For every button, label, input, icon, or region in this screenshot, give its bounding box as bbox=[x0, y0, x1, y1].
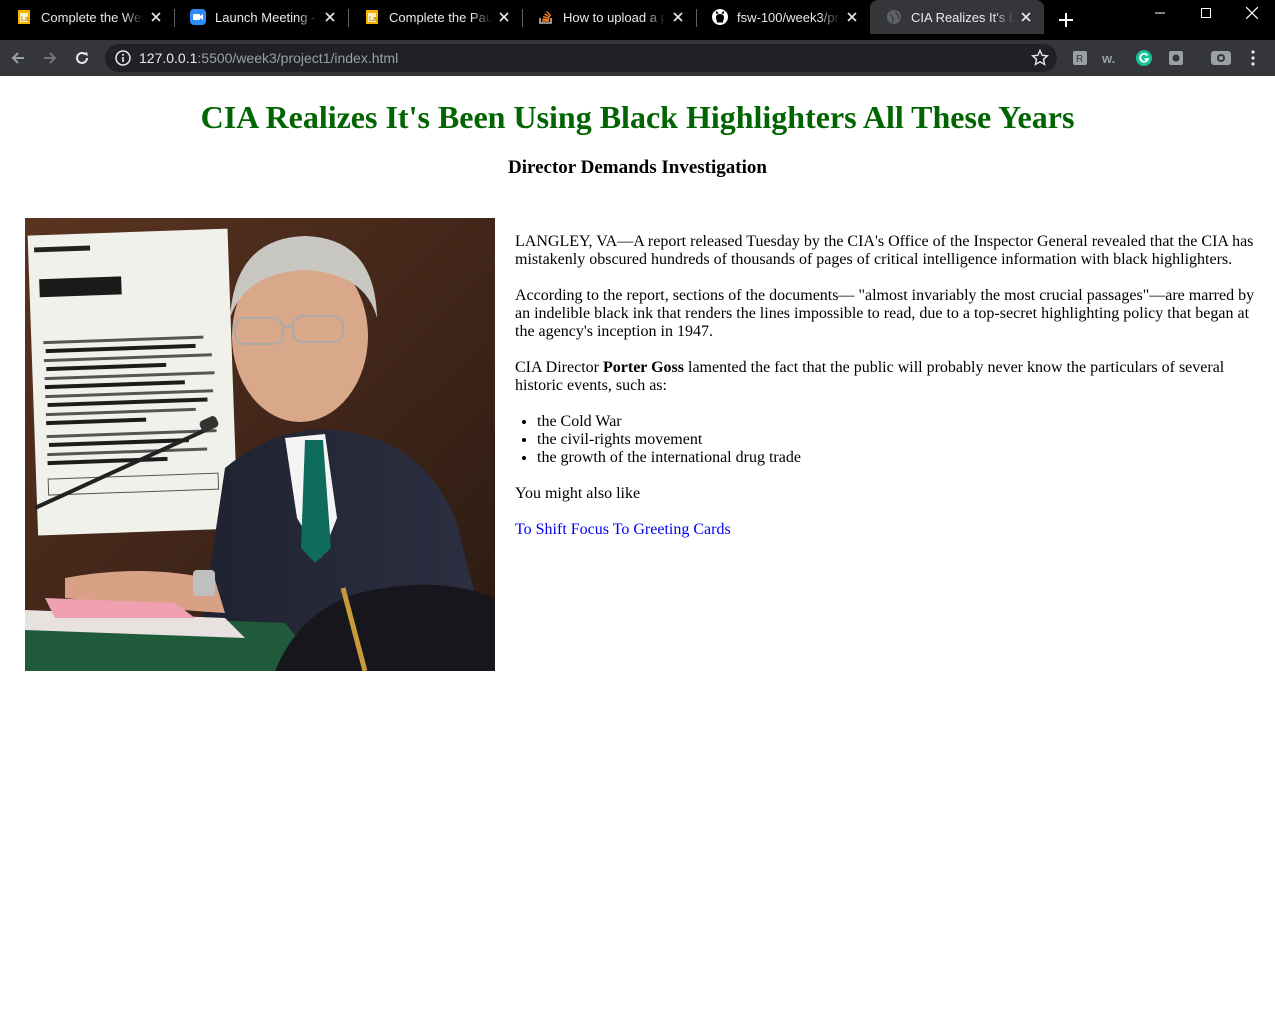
tab-title: Complete the Week 3 bbox=[41, 9, 144, 25]
browser-tab[interactable]: How to upload a pro bbox=[522, 0, 696, 34]
close-icon[interactable] bbox=[148, 9, 164, 25]
stackoverflow-icon bbox=[538, 9, 554, 25]
back-arrow-icon bbox=[11, 52, 24, 64]
article-paragraph: CIA Director Porter Goss lamented the fa… bbox=[515, 359, 1260, 395]
maximize-button[interactable] bbox=[1183, 0, 1229, 26]
close-window-button[interactable] bbox=[1229, 0, 1275, 26]
back-button[interactable] bbox=[2, 42, 34, 74]
svg-text:La: La bbox=[369, 16, 377, 23]
reload-icon bbox=[76, 51, 88, 64]
list-item: the civil-rights movement bbox=[537, 431, 1260, 449]
director-name: Porter Goss bbox=[602, 359, 684, 376]
new-tab-button[interactable] bbox=[1052, 6, 1080, 34]
menu-kebab-icon[interactable] bbox=[1243, 48, 1263, 68]
window-controls bbox=[1137, 0, 1275, 26]
zoom-icon bbox=[190, 9, 206, 25]
svg-text:R: R bbox=[1076, 54, 1083, 65]
extension-icon[interactable]: R bbox=[1070, 48, 1090, 68]
list-item: the growth of the international drug tra… bbox=[537, 449, 1260, 467]
related-article-link[interactable]: To Shift Focus To Greeting Cards bbox=[515, 521, 731, 538]
close-icon[interactable] bbox=[322, 9, 338, 25]
tab-title: How to upload a pro bbox=[563, 9, 666, 25]
plus-icon bbox=[1059, 13, 1073, 27]
globe-icon bbox=[886, 9, 902, 25]
article-paragraph: LANGLEY, VA—A report released Tuesday by… bbox=[515, 233, 1254, 268]
browser-tab[interactable]: fsw-100/week3/proje bbox=[696, 0, 870, 34]
url-host: 127.0.0.1 bbox=[139, 50, 198, 66]
browser-tab[interactable]: Launch Meeting - Zoom bbox=[174, 0, 348, 34]
info-icon[interactable] bbox=[107, 50, 139, 66]
svg-text:La: La bbox=[21, 16, 29, 23]
tab-title: Complete the Pause bbox=[389, 9, 492, 25]
close-icon bbox=[1246, 7, 1258, 19]
article-subheadline: Director Demands Investigation bbox=[508, 157, 767, 178]
url-path: :5500/week3/project1/index.html bbox=[197, 50, 399, 66]
list-item: the Cold War bbox=[537, 413, 1260, 431]
grammarly-icon[interactable] bbox=[1134, 48, 1154, 68]
browser-tab[interactable]: La Complete the Pause bbox=[348, 0, 522, 34]
browser-tab-active[interactable]: CIA Realizes It's Been bbox=[870, 0, 1044, 34]
wordtune-extension-icon[interactable]: w. bbox=[1101, 48, 1121, 68]
close-icon[interactable] bbox=[1018, 9, 1034, 25]
forward-button[interactable] bbox=[34, 42, 66, 74]
maximize-icon bbox=[1201, 8, 1211, 18]
article-body: LANGLEY, VA—A report released Tuesday by… bbox=[515, 233, 1260, 557]
svg-text:w.: w. bbox=[1102, 51, 1115, 65]
tab-title: Launch Meeting - Zoom bbox=[215, 9, 318, 25]
forward-arrow-icon bbox=[44, 52, 57, 64]
article-photo bbox=[25, 218, 495, 671]
lambda-doc-icon: La bbox=[364, 9, 380, 25]
paragraph-text: CIA Director bbox=[515, 359, 603, 376]
close-icon[interactable] bbox=[496, 9, 512, 25]
bookmark-star-icon[interactable] bbox=[1030, 48, 1050, 70]
tab-title: CIA Realizes It's Been bbox=[911, 9, 1014, 25]
github-icon bbox=[712, 9, 728, 25]
also-like-label: You might also like bbox=[515, 485, 641, 502]
article-headline: CIA Realizes It's Been Using Black Highl… bbox=[200, 99, 1075, 135]
tab-strip: La Complete the Week 3 Launch Meeting - … bbox=[0, 0, 1275, 40]
article-paragraph: According to the report, sections of the… bbox=[515, 287, 1255, 340]
minimize-icon bbox=[1155, 12, 1165, 14]
lambda-doc-icon: La bbox=[16, 9, 32, 25]
address-bar[interactable]: 127.0.0.1:5500/week3/project1/index.html bbox=[105, 44, 1057, 72]
browser-tab[interactable]: La Complete the Week 3 bbox=[0, 0, 174, 34]
profile-avatar[interactable] bbox=[1210, 48, 1232, 68]
tab-title: fsw-100/week3/proje bbox=[737, 9, 840, 25]
browser-toolbar: 127.0.0.1:5500/week3/project1/index.html… bbox=[0, 40, 1275, 76]
reload-button[interactable] bbox=[66, 42, 98, 74]
historic-events-list: the Cold War the civil-rights movement t… bbox=[537, 413, 1260, 467]
web-page: CIA Realizes It's Been Using Black Highl… bbox=[0, 76, 1275, 1025]
close-icon[interactable] bbox=[670, 9, 686, 25]
minimize-button[interactable] bbox=[1137, 0, 1183, 26]
extension-icon[interactable] bbox=[1166, 48, 1186, 68]
close-icon[interactable] bbox=[844, 9, 860, 25]
